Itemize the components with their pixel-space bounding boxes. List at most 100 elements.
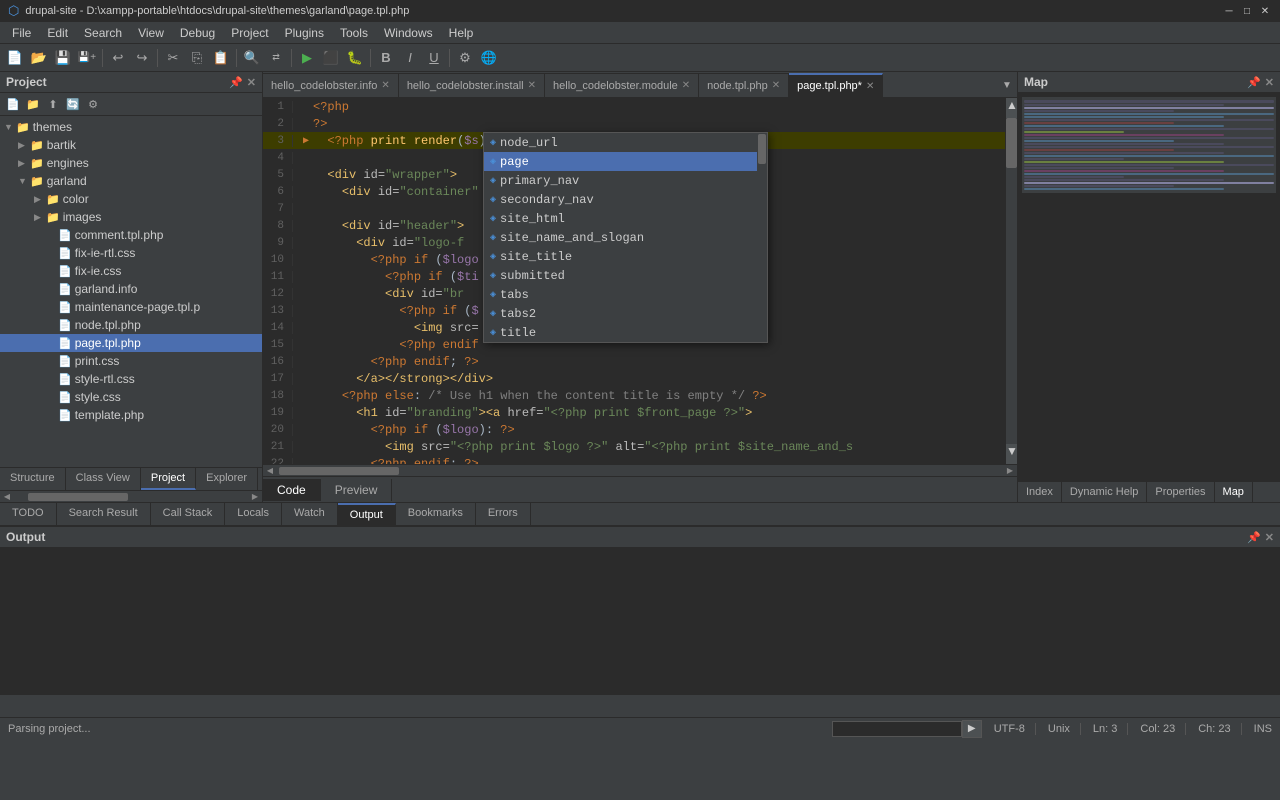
ac-item-primary-nav[interactable]: ◈ primary_nav <box>484 171 767 190</box>
browser-button[interactable]: 🌐 <box>478 47 500 69</box>
proj-new-button[interactable]: 📄 <box>4 95 22 113</box>
vscroll-thumb[interactable] <box>1006 118 1017 168</box>
tree-item-images[interactable]: ▶ 📁 images <box>0 208 262 226</box>
menu-tools[interactable]: Tools <box>332 24 376 42</box>
cut-button[interactable]: ✂ <box>162 47 184 69</box>
menu-debug[interactable]: Debug <box>172 24 223 42</box>
ac-item-secondary-nav[interactable]: ◈ secondary_nav <box>484 190 767 209</box>
output-tab-bookmarks[interactable]: Bookmarks <box>396 503 476 525</box>
code-hscroll-right[interactable]: ▶ <box>1003 465 1017 477</box>
vscroll-down-arrow[interactable]: ▼ <box>1006 444 1017 464</box>
hscroll-track[interactable] <box>28 493 234 501</box>
tab-close-page-tpl[interactable]: ✕ <box>866 81 874 92</box>
ac-item-page[interactable]: ◈ page <box>484 152 767 171</box>
hscroll-left-arrow[interactable]: ◀ <box>0 491 14 503</box>
bold-button[interactable]: B <box>375 47 397 69</box>
editor-tab-code[interactable]: Code <box>263 479 321 501</box>
copy-button[interactable]: ⎘ <box>186 47 208 69</box>
menu-search[interactable]: Search <box>76 24 130 42</box>
ac-scroll-thumb[interactable] <box>758 134 766 164</box>
output-tab-locals[interactable]: Locals <box>225 503 282 525</box>
tree-item-template-php[interactable]: ▶ 📄 template.php <box>0 406 262 424</box>
settings-button[interactable]: ⚙ <box>454 47 476 69</box>
ac-scrollbar[interactable] <box>757 133 767 342</box>
open-button[interactable]: 📂 <box>28 47 50 69</box>
tab-close-hello-install[interactable]: ✕ <box>528 80 536 91</box>
code-hscroll-track[interactable] <box>279 467 1001 475</box>
tab-close-hello-info[interactable]: ✕ <box>381 80 389 91</box>
menu-edit[interactable]: Edit <box>39 24 76 42</box>
code-hscrollbar[interactable]: ◀ ▶ <box>263 464 1017 476</box>
tree-item-themes[interactable]: ▼ 📁 themes <box>0 118 262 136</box>
debug-button[interactable]: 🐛 <box>344 47 366 69</box>
proj-filter-button[interactable]: ⚙ <box>84 95 102 113</box>
tree-item-comment-tpl[interactable]: ▶ 📄 comment.tpl.php <box>0 226 262 244</box>
tab-close-node-tpl[interactable]: ✕ <box>772 80 780 91</box>
right-tab-index[interactable]: Index <box>1018 482 1062 502</box>
project-hscrollbar[interactable]: ◀ ▶ <box>0 490 262 502</box>
tree-item-engines[interactable]: ▶ 📁 engines <box>0 154 262 172</box>
tab-hello-module[interactable]: hello_codelobster.module ✕ <box>545 73 699 97</box>
tree-item-print-css[interactable]: ▶ 📄 print.css <box>0 352 262 370</box>
tree-item-bartik[interactable]: ▶ 📁 bartik <box>0 136 262 154</box>
tab-dropdown-button[interactable]: ▼ <box>997 73 1017 97</box>
ac-item-site-title[interactable]: ◈ site_title <box>484 247 767 266</box>
save-all-button[interactable]: 💾+ <box>76 47 98 69</box>
menu-file[interactable]: File <box>4 24 39 42</box>
tree-item-style-css[interactable]: ▶ 📄 style.css <box>0 388 262 406</box>
tab-page-tpl[interactable]: page.tpl.php* ✕ <box>789 73 883 97</box>
tree-item-fix-ie-rtl[interactable]: ▶ 📄 fix-ie-rtl.css <box>0 244 262 262</box>
underline-button[interactable]: U <box>423 47 445 69</box>
menu-plugins[interactable]: Plugins <box>277 24 332 42</box>
undo-button[interactable]: ↩ <box>107 47 129 69</box>
ac-item-site-html[interactable]: ◈ site_html <box>484 209 767 228</box>
tree-item-fix-ie[interactable]: ▶ 📄 fix-ie.css <box>0 262 262 280</box>
tree-item-style-rtl[interactable]: ▶ 📄 style-rtl.css <box>0 370 262 388</box>
save-button[interactable]: 💾 <box>52 47 74 69</box>
ac-item-submitted[interactable]: ◈ submitted <box>484 266 767 285</box>
proj-up-button[interactable]: ⬆ <box>44 95 62 113</box>
search-button[interactable]: 🔍 <box>241 47 263 69</box>
map-close-icon[interactable]: ✕ <box>1265 76 1274 89</box>
tree-item-color[interactable]: ▶ 📁 color <box>0 190 262 208</box>
ac-item-site-name-slogan[interactable]: ◈ site_name_and_slogan <box>484 228 767 247</box>
code-hscroll-left[interactable]: ◀ <box>263 465 277 477</box>
new-file-button[interactable]: 📄 <box>4 47 26 69</box>
tree-item-maintenance[interactable]: ▶ 📄 maintenance-page.tpl.p <box>0 298 262 316</box>
tree-item-garland[interactable]: ▼ 📁 garland <box>0 172 262 190</box>
output-tab-call-stack[interactable]: Call Stack <box>151 503 226 525</box>
ac-item-node-url[interactable]: ◈ node_url <box>484 133 767 152</box>
italic-button[interactable]: I <box>399 47 421 69</box>
tab-hello-install[interactable]: hello_codelobster.install ✕ <box>399 73 545 97</box>
redo-button[interactable]: ↪ <box>131 47 153 69</box>
right-tab-properties[interactable]: Properties <box>1147 482 1214 502</box>
proj-tab-classview[interactable]: Class View <box>66 468 141 490</box>
menu-windows[interactable]: Windows <box>376 24 441 42</box>
editor-tab-preview[interactable]: Preview <box>321 479 393 501</box>
tab-close-hello-module[interactable]: ✕ <box>682 80 690 91</box>
proj-tab-explorer[interactable]: Explorer <box>196 468 258 490</box>
close-button[interactable]: ✕ <box>1258 4 1272 18</box>
maximize-button[interactable]: □ <box>1240 4 1254 18</box>
map-pin-icon[interactable]: 📌 <box>1247 76 1261 89</box>
ac-item-tabs2[interactable]: ◈ tabs2 <box>484 304 767 323</box>
output-tab-errors[interactable]: Errors <box>476 503 531 525</box>
output-tab-todo[interactable]: TODO <box>0 503 57 525</box>
tree-item-garland-info[interactable]: ▶ 📄 garland.info <box>0 280 262 298</box>
project-close-icon[interactable]: ✕ <box>247 76 256 89</box>
output-pin-icon[interactable]: 📌 <box>1247 531 1261 544</box>
output-close-icon[interactable]: ✕ <box>1265 531 1274 544</box>
proj-tab-project[interactable]: Project <box>141 468 196 490</box>
code-hscroll-thumb[interactable] <box>279 467 399 475</box>
project-pin-icon[interactable]: 📌 <box>229 76 243 89</box>
tab-node-tpl[interactable]: node.tpl.php ✕ <box>699 73 789 97</box>
tab-hello-info[interactable]: hello_codelobster.info ✕ <box>263 73 399 97</box>
output-tab-watch[interactable]: Watch <box>282 503 338 525</box>
output-tab-output[interactable]: Output <box>338 503 396 525</box>
hscroll-right-arrow[interactable]: ▶ <box>248 491 262 503</box>
right-tab-map[interactable]: Map <box>1215 482 1253 502</box>
status-search-button[interactable]: ▶ <box>962 720 982 738</box>
vscroll-up-arrow[interactable]: ▲ <box>1006 98 1017 118</box>
code-editor[interactable]: 1 <?php 2 ?> 3 ▶ <?php print rende <box>263 98 1005 464</box>
run-button[interactable]: ▶ <box>296 47 318 69</box>
